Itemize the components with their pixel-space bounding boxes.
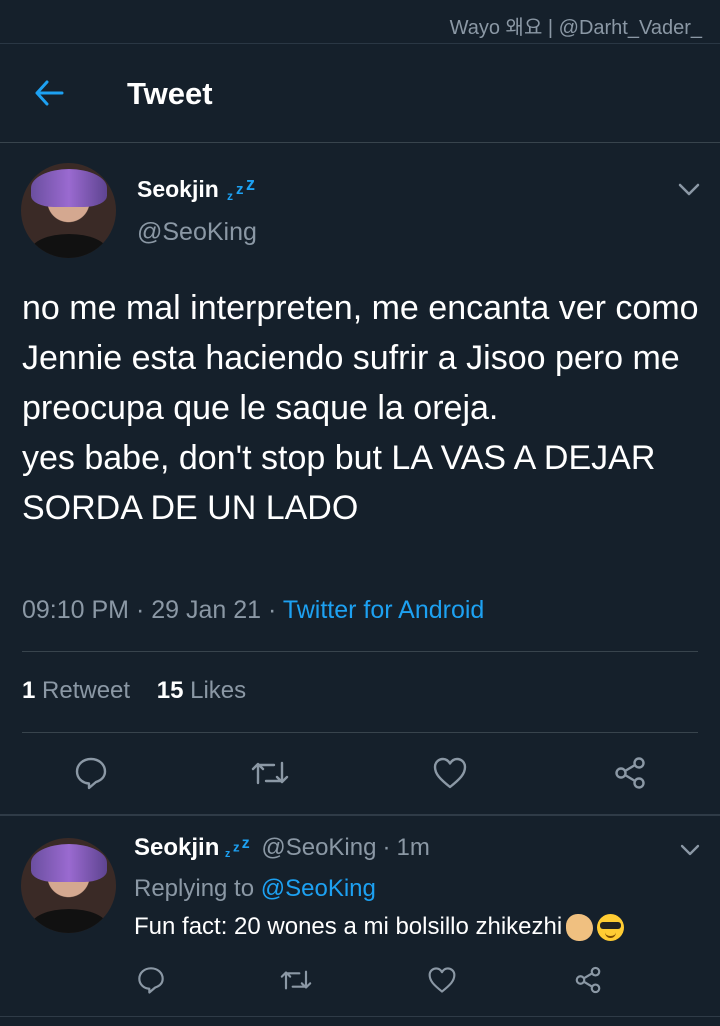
zzz-icon: z z z (225, 837, 250, 859)
svg-text:z: z (233, 840, 240, 855)
reply-text: Fun fact: 20 wones a mi bolsillo zhikezh… (134, 913, 563, 940)
reply-reply-button[interactable] (131, 960, 171, 1000)
likes-count: 15 (156, 677, 184, 704)
divider (0, 1016, 720, 1017)
comment-icon (138, 967, 164, 994)
meta-separator: · (382, 834, 391, 861)
author-handle[interactable]: @SeoKing (137, 218, 257, 247)
tweet-time: 09:10 PM (22, 596, 130, 624)
svg-text:z: z (242, 837, 250, 852)
replying-mention[interactable]: @SeoKing (261, 875, 376, 902)
reply-text-row: Fun fact: 20 wones a mi bolsillo zhikezh… (134, 913, 625, 941)
tweet-meta: 09:10 PM · 29 Jan 21 · Twitter for Andro… (22, 596, 484, 625)
svg-text:z: z (236, 181, 244, 198)
reply-retweet-button[interactable] (276, 960, 316, 1000)
tweet-date: 29 Jan 21 (151, 596, 262, 624)
retweets-stat[interactable]: 1 Retweet (22, 677, 130, 704)
reply-like-button[interactable] (422, 960, 462, 1000)
sunglasses-emoji-icon (597, 913, 625, 941)
share-button[interactable] (610, 753, 650, 793)
meta-separator: · (268, 596, 283, 624)
divider (0, 142, 720, 143)
retweet-icon (251, 761, 289, 785)
pinching-hand-emoji-icon (566, 913, 594, 941)
page-title: Tweet (127, 76, 213, 111)
retweet-button[interactable] (250, 753, 290, 793)
reply-share-button[interactable] (568, 960, 608, 1000)
reply-avatar[interactable] (21, 838, 116, 933)
author-name[interactable]: Seokjin z z z (137, 176, 261, 203)
reply-author-name[interactable]: Seokjin (134, 834, 219, 862)
avatar[interactable] (21, 163, 116, 258)
retweet-label: Retweet (42, 677, 131, 704)
heart-icon (428, 967, 456, 993)
divider (0, 814, 720, 816)
zzz-icon: z z z (227, 178, 255, 202)
comment-icon (75, 757, 107, 790)
back-button[interactable] (30, 74, 68, 112)
divider (22, 732, 698, 733)
tweet-stats: 1 Retweet 15 Likes (22, 677, 246, 705)
likes-label: Likes (190, 677, 247, 704)
watermark: Wayo 왜요 | @Darht_Vader_ (449, 17, 702, 39)
share-icon (615, 757, 645, 789)
retweet-icon (280, 970, 312, 990)
divider (22, 651, 698, 652)
reply-button[interactable] (71, 753, 111, 793)
retweet-count: 1 (22, 677, 36, 704)
app-header: Tweet (0, 44, 720, 142)
svg-text:z: z (227, 189, 233, 202)
svg-text:z: z (225, 848, 230, 859)
chevron-down-icon[interactable] (676, 176, 702, 202)
author-name-text: Seokjin (137, 176, 219, 202)
like-button[interactable] (430, 753, 470, 793)
reply-header: Seokjin z z z @SeoKing · 1m (134, 834, 430, 862)
svg-text:z: z (246, 178, 255, 194)
replying-to: Replying to @SeoKing (134, 875, 376, 903)
tweet-text: no me mal interpreten, me encanta ver co… (22, 289, 699, 527)
meta-separator: · (135, 596, 152, 624)
arrow-left-icon (35, 80, 64, 106)
likes-stat[interactable]: 15 Likes (157, 677, 246, 704)
chevron-down-icon[interactable] (678, 838, 702, 862)
reply-age: 1m (396, 834, 430, 861)
reply-author-handle[interactable]: @SeoKing (261, 834, 376, 862)
share-icon (575, 966, 601, 994)
heart-icon (433, 757, 467, 789)
tweet-source-link[interactable]: Twitter for Android (283, 596, 484, 624)
replying-prefix: Replying to (134, 875, 255, 902)
